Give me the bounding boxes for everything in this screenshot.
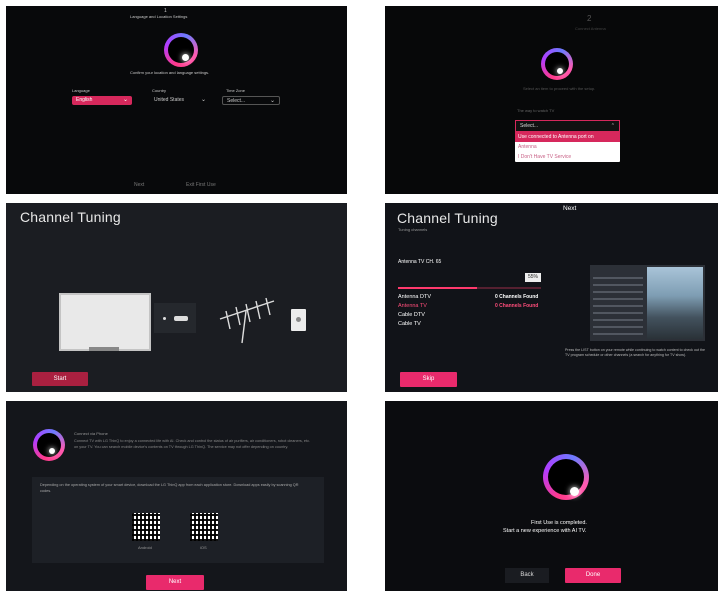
box-light-icon <box>163 317 166 320</box>
guide-list-preview <box>593 277 643 337</box>
watch-method-dropdown[interactable]: Select... ⌃ Use connected to Antenna por… <box>515 120 620 162</box>
setup-antenna-panel: 2 Connect Antenna Select an item to proc… <box>385 6 718 194</box>
chevron-up-icon: ⌃ <box>610 123 615 129</box>
country-label: Country <box>152 88 167 93</box>
corner-marker <box>385 203 387 205</box>
webos-logo-icon <box>33 429 65 461</box>
option-antenna-port[interactable]: Use connected to Antenna port on <box>515 132 620 142</box>
step-title: Language and Location Settings <box>130 14 188 19</box>
page-subtitle: Tuning channels <box>398 227 428 232</box>
thinq-connect-panel: Connect via Phone Connect TV with LG Thi… <box>6 401 347 591</box>
next-button[interactable]: Next <box>134 182 144 188</box>
timezone-value: Select... <box>227 98 246 104</box>
done-button[interactable]: Done <box>565 568 621 583</box>
cable-plug-icon <box>174 316 188 321</box>
qr-android-label: Android <box>138 545 152 550</box>
completion-line-1: First Use is completed. <box>531 520 587 526</box>
logo-dot-icon <box>557 68 563 74</box>
timezone-label: Time Zone <box>226 88 245 93</box>
option-antenna[interactable]: Antenna <box>515 142 620 152</box>
exit-first-use-button[interactable]: Exit First Use <box>186 182 216 188</box>
chevron-down-icon: ⌄ <box>269 98 275 104</box>
row-antenna-dtv: Antenna DTV <box>398 294 432 300</box>
language-value: English <box>76 97 93 103</box>
section-body: Connect TV with LG ThinQ to enjoy a conn… <box>74 439 311 449</box>
channel-tuning-progress-panel: Next Channel Tuning Tuning channels Ante… <box>385 203 718 392</box>
dropdown-value: Select... <box>520 123 539 129</box>
logo-dot-icon <box>182 54 189 61</box>
chevron-down-icon: ⌄ <box>122 97 128 103</box>
qr-code-ios <box>190 513 218 541</box>
row-cable-dtv: Cable DTV <box>398 312 425 318</box>
completion-line-2: Start a new experience with AI TV. <box>503 528 587 534</box>
wall-outlet-icon <box>291 309 306 331</box>
percent-badge: 55% <box>525 273 541 282</box>
timezone-select[interactable]: Select... ⌄ <box>222 96 280 105</box>
row-antenna-tv: Antenna TV <box>398 303 427 309</box>
tuning-progress-bar <box>398 287 541 289</box>
qr-ios-label: iOS <box>200 545 207 550</box>
language-select[interactable]: English ⌄ <box>72 96 132 105</box>
tuning-status: Antenna TV CH. 65 <box>398 259 442 265</box>
channel-tuning-intro-panel: Channel Tuning Start <box>6 203 347 392</box>
next-label[interactable]: Next <box>563 205 576 212</box>
row-antenna-dtv-value: 0 Channels Found <box>495 294 539 300</box>
country-select[interactable]: United States ⌄ <box>150 96 210 105</box>
antenna-icon <box>219 297 275 344</box>
instruction-text: Select an item to proceed with the setup… <box>523 86 596 91</box>
guide-note: Press the LIST button on your remote whi… <box>565 348 705 357</box>
page-title: Channel Tuning <box>20 209 121 225</box>
logo-dot-icon <box>570 487 579 496</box>
step-title: Connect Antenna <box>575 26 606 31</box>
setup-language-panel: 1 Language and Location Settings Confirm… <box>6 6 347 194</box>
back-button[interactable]: Back <box>505 568 549 583</box>
skip-button[interactable]: Skip <box>400 372 457 387</box>
page-title: Channel Tuning <box>397 210 498 226</box>
instruction-text: Confirm your location and language setti… <box>130 70 210 75</box>
webos-logo-icon <box>164 33 198 67</box>
section-heading: Connect via Phone <box>74 431 108 436</box>
logo-dot-icon <box>49 448 55 454</box>
webos-logo-icon <box>541 48 573 80</box>
tv-illustration <box>59 293 151 351</box>
qr-code-android <box>132 513 160 541</box>
setup-complete-panel: First Use is completed. Start a new expe… <box>385 401 718 591</box>
chevron-down-icon: ⌄ <box>200 97 206 103</box>
dropdown-label: The way to watch TV <box>517 108 555 113</box>
qr-instructions: Depending on the operating system of you… <box>40 483 299 493</box>
tv-stand-illustration <box>89 347 119 351</box>
next-button[interactable]: Next <box>146 575 204 590</box>
step-number: 2 <box>587 14 592 23</box>
start-button[interactable]: Start <box>32 372 88 386</box>
language-label: Language <box>72 88 90 93</box>
option-no-tv-service[interactable]: I Don't Have TV Service <box>515 152 620 162</box>
guide-thumbnail-image <box>647 267 703 339</box>
row-cable-tv: Cable TV <box>398 321 421 327</box>
webos-logo-icon <box>543 454 589 500</box>
country-value: United States <box>154 97 185 103</box>
tuning-progress-fill <box>398 287 477 289</box>
dropdown-current[interactable]: Select... ⌃ <box>515 120 620 132</box>
row-antenna-tv-value: 0 Channels Found <box>495 303 539 309</box>
